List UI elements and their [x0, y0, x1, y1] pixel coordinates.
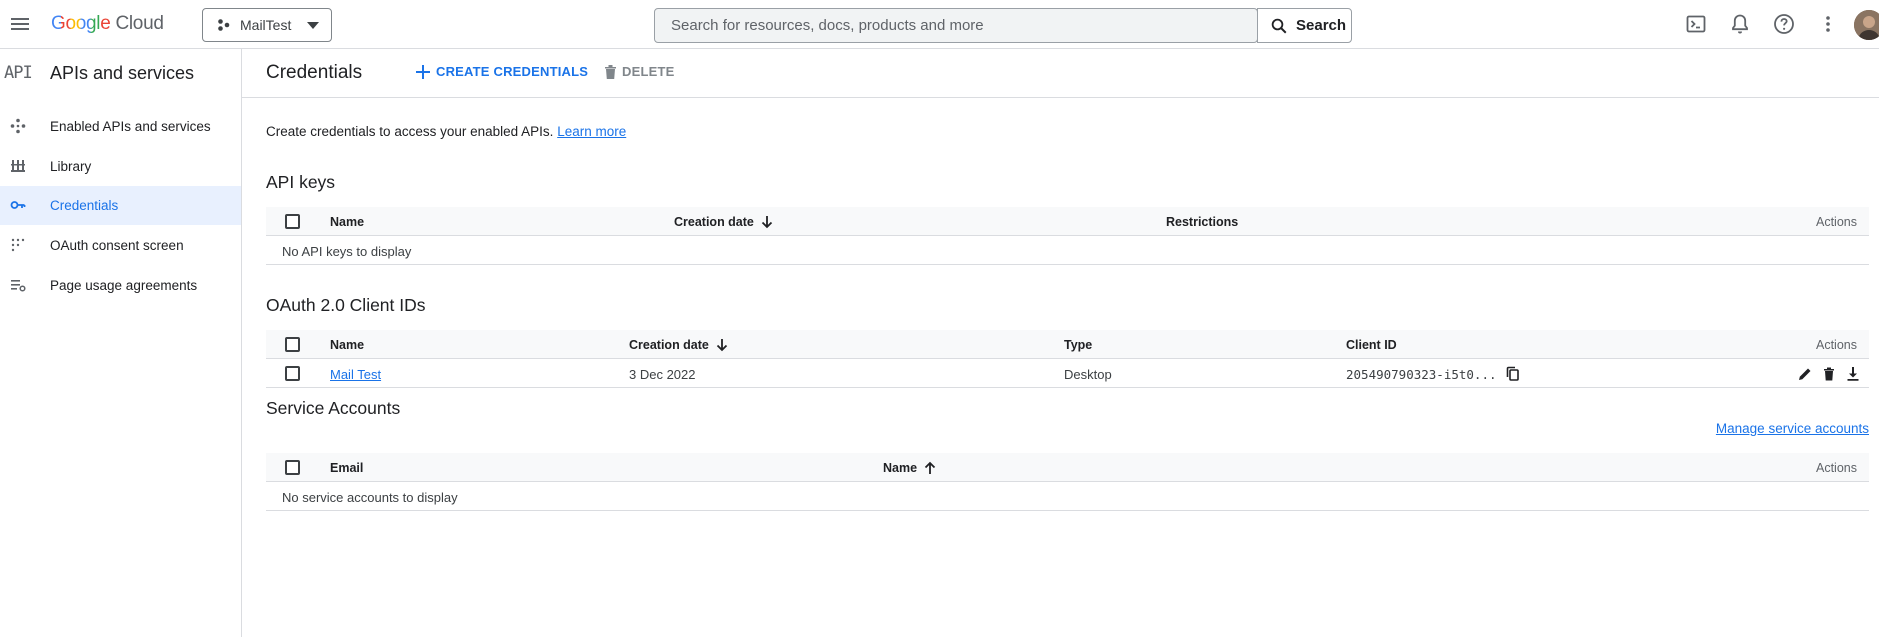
- sidebar-item-label: Library: [50, 159, 92, 174]
- top-bar: Google Cloud MailTest Search: [0, 0, 1879, 49]
- client-id: 205490790323-i5t0...: [1346, 367, 1497, 382]
- create-credentials-label: CREATE CREDENTIALS: [436, 64, 589, 79]
- google-cloud-logo[interactable]: Google Cloud: [51, 13, 164, 35]
- row-checkbox[interactable]: [285, 366, 300, 381]
- intro-text: Create credentials to access your enable…: [266, 124, 626, 139]
- column-header-creation-date[interactable]: Creation date: [674, 215, 774, 229]
- empty-message: No service accounts to display: [282, 490, 458, 505]
- select-all-checkbox[interactable]: [285, 337, 300, 352]
- key-icon: [10, 197, 26, 213]
- delete-icon: [605, 65, 616, 79]
- column-header-client-id[interactable]: Client ID: [1346, 338, 1397, 352]
- arrow-up-icon: [924, 461, 936, 474]
- column-header-label: Creation date: [629, 338, 709, 352]
- column-header-creation-date[interactable]: Creation date: [629, 338, 729, 352]
- more-vert-icon[interactable]: [1816, 12, 1840, 36]
- project-icon: [218, 19, 230, 31]
- sidebar-item-enabled-apis[interactable]: Enabled APIs and services: [0, 107, 241, 146]
- intro-description: Create credentials to access your enable…: [266, 124, 554, 139]
- delete-label: DELETE: [622, 64, 675, 79]
- help-icon[interactable]: [1772, 12, 1796, 36]
- empty-message: No API keys to display: [282, 244, 412, 259]
- sidebar-item-label: Credentials: [50, 198, 119, 213]
- hamburger-menu-icon[interactable]: [8, 12, 32, 36]
- api-keys-empty-row: No API keys to display: [266, 236, 1869, 265]
- column-header-name[interactable]: Name: [883, 461, 937, 475]
- project-name: MailTest: [240, 17, 292, 33]
- delete-button[interactable]: DELETE: [604, 64, 674, 79]
- service-accounts-empty-row: No service accounts to display: [266, 482, 1869, 511]
- arrow-down-icon: [761, 216, 773, 229]
- action-bar: Credentials CREATE CREDENTIALS DELETE: [242, 49, 1879, 98]
- move-icon: [10, 118, 26, 134]
- caret-down-icon: [307, 22, 319, 29]
- learn-more-link[interactable]: Learn more: [557, 124, 626, 139]
- consent-icon: [10, 237, 26, 253]
- notifications-icon[interactable]: [1728, 12, 1752, 36]
- sidebar-item-label: Enabled APIs and services: [50, 119, 211, 134]
- sidebar-item-label: OAuth consent screen: [50, 238, 184, 253]
- copy-icon[interactable]: [1504, 365, 1522, 383]
- search-input[interactable]: [655, 9, 1257, 42]
- column-header-actions: Actions: [1816, 215, 1857, 229]
- logo-google: Google: [51, 13, 111, 34]
- search-button-label: Search: [1296, 17, 1347, 34]
- column-header-name[interactable]: Name: [330, 338, 364, 352]
- add-icon: [416, 64, 430, 79]
- column-header-name[interactable]: Name: [330, 215, 364, 229]
- sidebar-item-page-usage[interactable]: Page usage agreements: [0, 266, 241, 305]
- section-title-service-accounts: Service Accounts: [266, 398, 401, 418]
- download-icon[interactable]: [1844, 365, 1862, 383]
- creation-date: 3 Dec 2022: [629, 367, 696, 382]
- section-title-api-keys: API keys: [266, 172, 336, 192]
- api-badge: API: [4, 63, 33, 83]
- section-title-oauth: OAuth 2.0 Client IDs: [266, 295, 426, 315]
- arrow-down-icon: [716, 339, 728, 352]
- select-all-checkbox[interactable]: [285, 214, 300, 229]
- api-keys-table-header: Name Creation date Restrictions Actions: [266, 207, 1869, 236]
- select-all-checkbox[interactable]: [285, 460, 300, 475]
- create-credentials-button[interactable]: CREATE CREDENTIALS: [416, 64, 588, 79]
- search-icon: [1271, 18, 1287, 33]
- sidebar-header: API APIs and services: [0, 49, 241, 97]
- column-header-email[interactable]: Email: [330, 461, 363, 475]
- service-accounts-table-header: Email Name Actions: [266, 453, 1869, 482]
- column-header-type[interactable]: Type: [1064, 338, 1092, 352]
- sidebar: API APIs and services Enabled APIs and s…: [0, 49, 242, 637]
- delete-row-icon[interactable]: [1820, 365, 1838, 383]
- search-container: [654, 8, 1258, 43]
- client-type: Desktop: [1064, 367, 1112, 382]
- agreements-icon: [10, 277, 26, 293]
- column-header-label: Name: [883, 461, 918, 475]
- column-header-actions: Actions: [1816, 461, 1857, 475]
- manage-service-accounts-link[interactable]: Manage service accounts: [1716, 421, 1869, 436]
- account-avatar[interactable]: [1854, 10, 1879, 40]
- page-title: Credentials: [266, 62, 363, 83]
- cloud-shell-icon[interactable]: [1684, 12, 1708, 36]
- main-content: Credentials CREATE CREDENTIALS DELETE Cr…: [242, 49, 1879, 637]
- client-name-link[interactable]: Mail Test: [330, 367, 381, 382]
- project-picker-button[interactable]: MailTest: [202, 8, 332, 42]
- sidebar-item-credentials[interactable]: Credentials: [0, 186, 241, 225]
- oauth-table-header: Name Creation date Type Client ID Action…: [266, 330, 1869, 359]
- table-row: Mail Test 3 Dec 2022 Desktop 20549079032…: [266, 359, 1869, 388]
- edit-icon[interactable]: [1796, 365, 1814, 383]
- column-header-label: Creation date: [674, 215, 754, 229]
- column-header-actions: Actions: [1816, 338, 1857, 352]
- column-header-restrictions: Restrictions: [1166, 215, 1239, 229]
- sidebar-item-label: Page usage agreements: [50, 278, 198, 293]
- logo-cloud: Cloud: [115, 13, 164, 34]
- library-icon: [10, 158, 26, 174]
- sidebar-item-library[interactable]: Library: [0, 147, 241, 186]
- sidebar-item-oauth-consent[interactable]: OAuth consent screen: [0, 226, 241, 265]
- sidebar-title: APIs and services: [50, 63, 195, 83]
- search-button[interactable]: Search: [1257, 8, 1352, 43]
